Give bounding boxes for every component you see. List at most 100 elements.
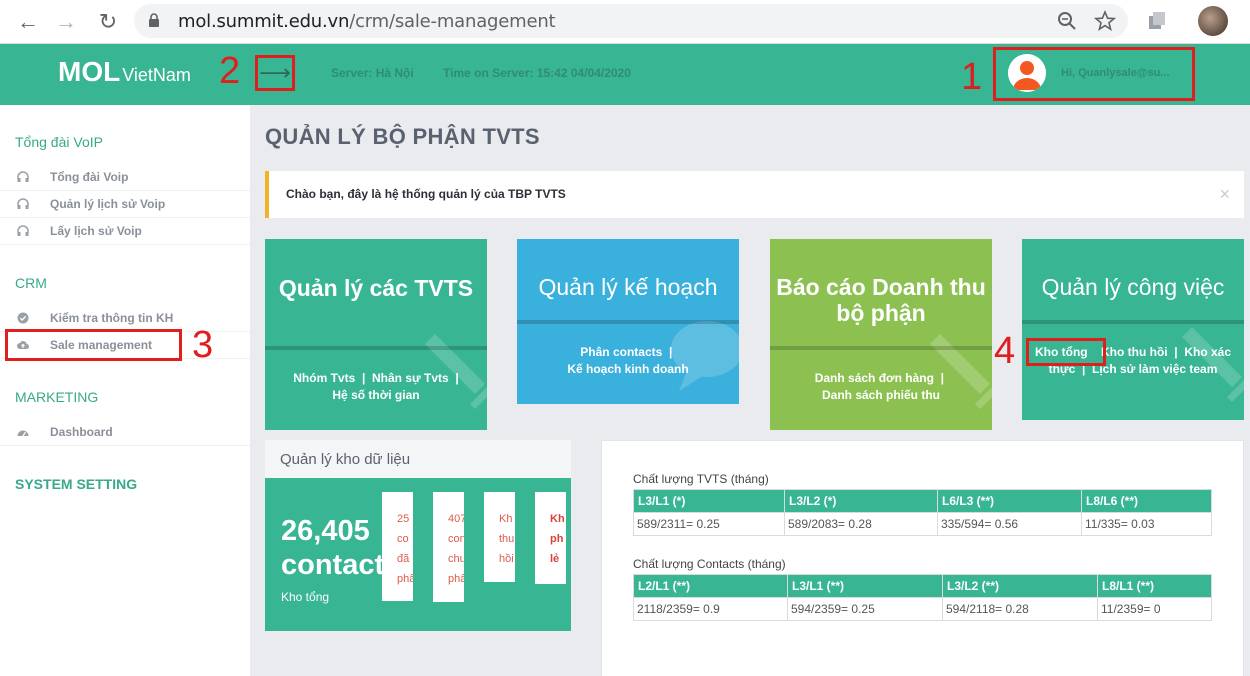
table-cell: 594/2118= 0.28 [942,597,1098,621]
table-header: L8/L6 (**) [1081,489,1212,513]
sidebar-section-system-setting[interactable]: SYSTEM SETTING [15,476,137,492]
arrow-right-icon: ⟶ [259,60,291,85]
tvts-quality-caption: Chất lượng TVTS (tháng) [633,472,769,486]
server-time: Time on Server: 15:42 04/04/2020 [443,66,631,80]
page-title: QUẢN LÝ BỘ PHẬN TVTS [265,124,540,149]
table-header: L3/L1 (**) [787,574,943,598]
stats-panel: Chất lượng TVTS (tháng) L3/L1 (*) L3/L2 … [601,440,1244,676]
check-circle-icon [17,312,29,324]
sidebar-item-label: Quản lý lịch sử Voip [50,197,166,211]
contacts-quality-table: L2/L1 (**) L3/L1 (**) L3/L2 (**) L8/L1 (… [633,574,1212,621]
sidebar-item-label: Tổng đài Voip [50,170,129,184]
lock-icon [149,13,159,27]
reload-icon[interactable]: ↻ [94,8,122,36]
welcome-alert: Chào bạn, đây là hệ thống quản lý của TB… [265,171,1244,218]
tile-links: Phân contacts | Kế hoạch kinh doanh [567,345,689,376]
extension-icon[interactable] [1146,10,1168,32]
headphones-icon [17,225,29,236]
warehouse-panel: 26,405 contact Kho tổng 25 co đã phâ 407 … [265,478,571,631]
link-danh-sach-phieu-thu[interactable]: Danh sách phiếu thu [822,388,940,402]
link-ke-hoach-kinh-doanh[interactable]: Kế hoạch kinh doanh [567,362,688,376]
url-text: mol.summit.edu.vn/crm/sale-management [178,11,556,32]
warehouse-card[interactable]: 25 co đã phâ [382,492,413,601]
table-header: L3/L1 (*) [633,489,785,513]
table-header: L3/L2 (**) [942,574,1098,598]
tile-links: Nhóm Tvts | Nhân sự Tvts | Hệ số thời gi… [293,371,459,402]
tile-divider [1022,320,1244,324]
warehouse-card[interactable]: Kh thu hồi [484,492,515,582]
tile-divider [770,346,992,350]
table-row: 589/2311= 0.25 589/2083= 0.28 335/594= 0… [633,512,1212,536]
warehouse-card[interactable]: 407 contac chưa phân [433,492,464,602]
logo-sub: VietNam [122,65,191,85]
server-label: Server: Hà Nội [331,66,414,80]
browser-toolbar: ← → ↻ mol.summit.edu.vn/crm/sale-managem… [0,0,1250,44]
app-header: MOL VietNam 2 ⟶ Server: Hà Nội Time on Se… [0,44,1250,105]
table-cell: 589/2311= 0.25 [633,512,785,536]
tile-title: Quản lý công việc [1041,274,1225,300]
sidebar-item-lay-lich-su-voip[interactable]: Lấy lịch sử Voip [0,218,250,245]
link-lich-su-lam-viec[interactable]: Lịch sử làm việc team [1092,362,1217,376]
tile-quan-ly-tvts[interactable]: Quản lý các TVTS Nhóm Tvts | Nhân sự Tvt… [265,239,487,430]
tile-quan-ly-ke-hoach[interactable]: Quản lý kế hoạch Phân contacts | Kế hoạc… [517,239,739,404]
highlight-sale-management [5,329,182,361]
warehouse-panel-header: Quản lý kho dữ liệu [265,440,571,478]
tile-title: Báo cáo Doanh thu bộ phận [776,274,986,326]
annotation-1: 1 [961,56,983,98]
link-nhom-tvts[interactable]: Nhóm Tvts [293,371,355,385]
bookmark-star-icon[interactable] [1094,10,1116,32]
warehouse-subtitle: Kho tổng [281,590,330,604]
table-header: L3/L2 (*) [784,489,938,513]
link-he-so-thoi-gian[interactable]: Hệ số thời gian [332,388,419,402]
headphones-icon [17,171,29,182]
contact-count-unit: contact [281,549,385,581]
highlight-kho-tong [1026,338,1106,366]
annotation-2: 2 [219,50,241,92]
user-greeting: Hi, Quanlysale@su... [1061,67,1170,79]
sidebar-item-tong-dai-voip[interactable]: Tổng đài Voip [0,164,250,191]
back-arrow-icon[interactable]: ← [14,8,42,36]
table-header: L6/L3 (**) [937,489,1082,513]
warehouse-card[interactable]: Kh ph lẻ [535,492,566,584]
table-cell: 11/335= 0.03 [1081,512,1212,536]
annotation-4: 4 [994,330,1016,372]
table-cell: 589/2083= 0.28 [784,512,938,536]
link-kho-thu-hoi[interactable]: Kho thu hồi [1101,345,1168,359]
tile-quan-ly-cong-viec[interactable]: Quản lý công việc Kho tổng Kho thu hồi |… [1022,239,1244,420]
forward-arrow-icon[interactable]: → [52,8,80,36]
table-header: L8/L1 (**) [1097,574,1212,598]
table-row: 2118/2359= 0.9 594/2359= 0.25 594/2118= … [633,597,1212,621]
logo-main: MOL [58,56,121,87]
table-header: L2/L1 (**) [633,574,788,598]
tile-title: Quản lý các TVTS [278,275,474,301]
tile-title: Quản lý kế hoạch [538,274,718,300]
tile-bao-cao-doanh-thu[interactable]: Báo cáo Doanh thu bộ phận Danh sách đơn … [770,239,992,430]
address-bar[interactable]: mol.summit.edu.vn/crm/sale-management [134,4,1128,38]
sidebar-item-dashboard[interactable]: Dashboard [0,419,250,446]
sidebar-item-label: Lấy lịch sử Voip [50,224,142,238]
sidebar-toggle-button[interactable]: ⟶ [255,55,295,91]
zoom-icon[interactable] [1056,10,1078,32]
warehouse-title: Quản lý kho dữ liệu [280,451,411,468]
sidebar-item-label: Kiểm tra thông tin KH [50,311,174,325]
table-cell: 335/594= 0.56 [937,512,1082,536]
sidebar-item-label: Dashboard [50,425,113,439]
tile-divider [517,320,739,324]
link-nhan-su-tvts[interactable]: Nhân sự Tvts [372,371,449,385]
sidebar-section-crm: CRM [15,275,47,291]
contact-count: 26,405 contact [281,515,385,581]
profile-avatar[interactable] [1198,6,1228,36]
app-logo[interactable]: MOL VietNam [58,56,191,88]
headphones-icon [17,198,29,209]
table-cell: 2118/2359= 0.9 [633,597,788,621]
table-cell: 594/2359= 0.25 [787,597,943,621]
contacts-quality-caption: Chất lượng Contacts (tháng) [633,557,786,571]
annotation-3: 3 [192,324,214,366]
link-phan-contacts[interactable]: Phân contacts [580,345,662,359]
user-menu[interactable]: Hi, Quanlysale@su... [993,47,1195,101]
sidebar-item-lich-su-voip[interactable]: Quản lý lịch sử Voip [0,191,250,218]
close-icon[interactable]: × [1219,184,1230,205]
sidebar: Tổng đài VoIP Tổng đài Voip Quản lý lịch… [0,105,250,676]
link-danh-sach-don-hang[interactable]: Danh sách đơn hàng [815,371,934,385]
tile-links: Danh sách đơn hàng | Danh sách phiếu thu [814,371,948,402]
